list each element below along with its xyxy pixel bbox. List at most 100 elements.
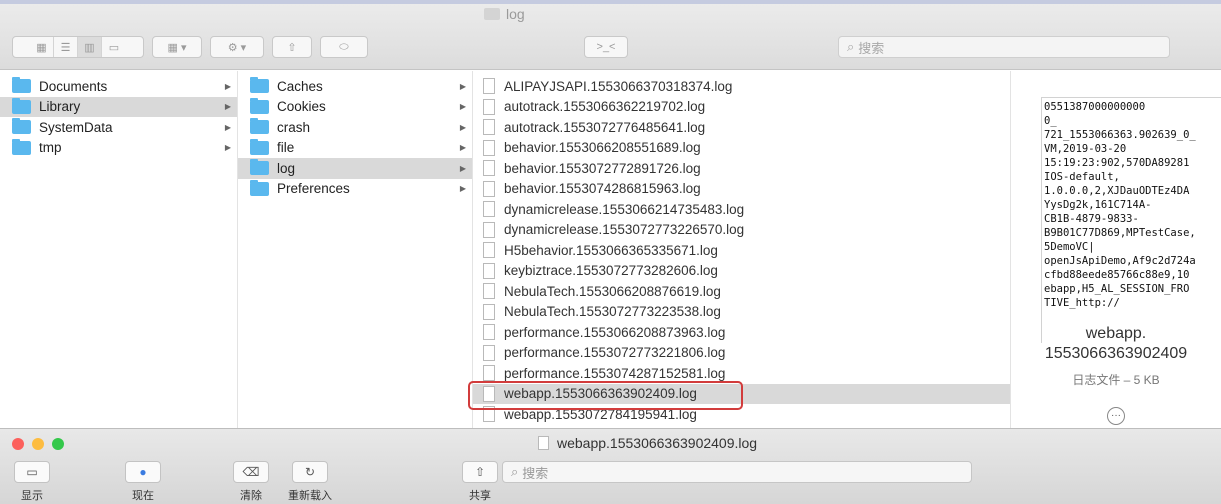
terminal-button[interactable]: >_< (584, 36, 628, 58)
document-icon (483, 78, 495, 95)
folder-icon (250, 77, 269, 94)
search-icon: ⌕ (847, 39, 855, 54)
column-item-label: Cookies (277, 99, 326, 115)
quicklook-bar: webapp.1553066363902409.log ▭ 显示 ● 现在 ⌫ … (0, 428, 1221, 504)
document-icon (483, 406, 495, 423)
column-item-file[interactable]: file ▶ (238, 138, 472, 159)
list-view-icon[interactable]: ☰ (54, 37, 78, 57)
column-item-cookies[interactable]: Cookies ▶ (238, 97, 472, 118)
chevron-right-icon: ▶ (459, 163, 466, 173)
file-list-item[interactable]: autotrack.1553066362219702.log (473, 97, 1010, 118)
column-item-label: Caches (277, 78, 323, 94)
document-icon (483, 119, 495, 136)
column-item-tmp[interactable]: tmp ▶ (0, 138, 237, 159)
file-list-item[interactable]: dynamicrelease.1553066214735483.log (473, 199, 1010, 220)
folder-icon: ▭ (26, 465, 38, 479)
file-list-item[interactable]: performance.1553074287152581.log (473, 363, 1010, 384)
chevron-right-icon: ▶ (459, 143, 466, 153)
share-label: 共享 (469, 490, 491, 502)
clear-button[interactable]: ⌫ (233, 461, 269, 483)
preview-file-content: 0551387000000000 0_ 721_1553066363.90263… (1041, 97, 1221, 343)
file-list-item[interactable]: dynamicrelease.1553072773226570.log (473, 220, 1010, 241)
view-mode-control[interactable]: ▦ ☰ ▥ ▭ (12, 36, 144, 58)
zoom-window-button[interactable] (52, 438, 64, 450)
now-button[interactable]: ● (125, 461, 161, 483)
reload-button[interactable]: ↻ (292, 461, 328, 483)
minimize-window-button[interactable] (32, 438, 44, 450)
column-item-label: Preferences (277, 181, 350, 197)
file-list-item[interactable]: performance.1553072773221806.log (473, 343, 1010, 364)
show-button[interactable]: ▭ (14, 461, 50, 483)
file-list-item[interactable]: NebulaTech.1553072773223538.log (473, 302, 1010, 323)
group-button[interactable]: ▦ ▾ (152, 36, 202, 58)
column-item-preferences[interactable]: Preferences ▶ (238, 179, 472, 200)
search-input[interactable]: ⌕ 搜索 (838, 36, 1170, 58)
folder-icon (484, 8, 500, 20)
now-label: 现在 (132, 490, 154, 502)
column-item-caches[interactable]: Caches ▶ (238, 76, 472, 97)
file-list-item[interactable]: NebulaTech.1553066208876619.log (473, 281, 1010, 302)
column-item-label: Library (39, 99, 81, 115)
file-name: performance.1553074287152581.log (504, 365, 726, 381)
file-list-item[interactable]: webapp.1553066363902409.log (473, 383, 1010, 404)
document-icon (483, 365, 495, 382)
chevron-right-icon: ▶ (459, 122, 466, 132)
file-name: behavior.1553074286815963.log (504, 181, 701, 197)
document-icon (483, 283, 495, 300)
file-name: dynamicrelease.1553072773226570.log (504, 222, 745, 238)
tag-icon: ⬭ (339, 40, 349, 53)
window-title-text: log (506, 6, 525, 22)
file-list-item[interactable]: performance.1553066208873963.log (473, 322, 1010, 343)
column-item-label: crash (277, 119, 311, 135)
quicklook-search-input[interactable]: ⌕ 搜索 (502, 461, 972, 483)
finder-toolbar: log ▦ ☰ ▥ ▭ ▦ ▾ ⚙ ▾ ⇧ ⬭ >_< ⌕ 搜索 (0, 0, 1221, 70)
chevron-right-icon: ▶ (224, 81, 231, 91)
column-item-label: tmp (39, 140, 62, 156)
column-view-icon[interactable]: ▥ (78, 37, 102, 57)
gear-icon: ⚙ ▾ (227, 41, 247, 54)
folder-icon (250, 159, 269, 176)
file-name: keybiztrace.1553072773282606.log (504, 263, 718, 279)
column-item-log[interactable]: log ▶ (238, 158, 472, 179)
folder-icon (250, 179, 269, 196)
folder-icon (12, 138, 31, 155)
file-name: ALIPAYJSAPI.1553066370318374.log (504, 78, 733, 94)
preview-pane: 0551387000000000 0_ 721_1553066363.90263… (1011, 71, 1221, 428)
group-icon: ▦ ▾ (167, 41, 187, 54)
file-list-item[interactable]: behavior.1553072772891726.log (473, 158, 1010, 179)
column-item-documents[interactable]: Documents ▶ (0, 76, 237, 97)
reload-icon: ↻ (304, 465, 316, 479)
folder-icon (12, 118, 31, 135)
preview-file-meta: 日志文件 – 5 KB (1072, 373, 1160, 387)
more-options-icon[interactable]: ··· (1107, 407, 1125, 425)
column-item-systemdata[interactable]: SystemData ▶ (0, 117, 237, 138)
column-item-library[interactable]: Library ▶ (0, 96, 237, 117)
column-item-crash[interactable]: crash ▶ (238, 117, 472, 138)
column-item-label: SystemData (39, 119, 113, 135)
share-button[interactable]: ⇧ (462, 461, 498, 483)
share-button[interactable]: ⇧ (272, 36, 312, 58)
file-name: H5behavior.1553066365335671.log (504, 242, 718, 258)
share-icon: ⇧ (474, 465, 486, 479)
file-list-item[interactable]: H5behavior.1553066365335671.log (473, 240, 1010, 261)
file-list-item[interactable]: keybiztrace.1553072773282606.log (473, 261, 1010, 282)
tags-button[interactable]: ⬭ (320, 36, 368, 58)
gallery-view-icon[interactable]: ▭ (102, 37, 126, 57)
window-top-strip (0, 0, 1221, 4)
file-name: autotrack.1553072776485641.log (504, 119, 706, 135)
file-name: webapp.1553072784195941.log (504, 406, 697, 422)
file-list-item[interactable]: autotrack.1553072776485641.log (473, 117, 1010, 138)
file-list-item[interactable]: behavior.1553066208551689.log (473, 138, 1010, 159)
icon-view-icon[interactable]: ▦ (30, 37, 54, 57)
column-library: Caches ▶ Cookies ▶ crash ▶ file ▶ log ▶ … (238, 71, 473, 428)
chevron-right-icon: ▶ (224, 143, 231, 153)
share-icon: ⇧ (287, 41, 297, 54)
close-window-button[interactable] (12, 438, 24, 450)
file-list-item[interactable]: behavior.1553074286815963.log (473, 179, 1010, 200)
file-list-item[interactable]: webapp.1553072784195941.log (473, 404, 1010, 425)
file-list-item[interactable]: ALIPAYJSAPI.1553066370318374.log (473, 76, 1010, 97)
chevron-right-icon: ▶ (459, 81, 466, 91)
action-button[interactable]: ⚙ ▾ (210, 36, 264, 58)
folder-icon (12, 97, 31, 114)
file-name: performance.1553066208873963.log (504, 324, 726, 340)
